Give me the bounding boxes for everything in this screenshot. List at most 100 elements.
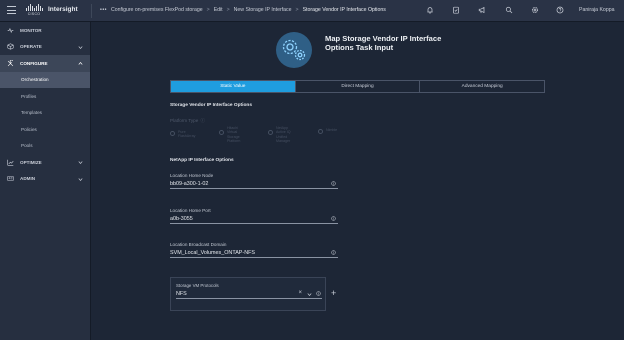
- sidebar-item-label: OPERATE: [20, 44, 42, 50]
- radio-label-line: Manager: [276, 139, 291, 144]
- radio-circle: [318, 128, 323, 134]
- cisco-logo: CISCO: [24, 4, 44, 18]
- sidebar-item-admin[interactable]: ADMIN: [0, 171, 90, 188]
- search-icon[interactable]: [505, 6, 513, 14]
- breadcrumb-separator: >: [295, 7, 299, 13]
- radio-label-line: Active IQ: [276, 130, 291, 135]
- radio-label-line: Nimble: [326, 128, 338, 132]
- configure-icon: [7, 59, 14, 66]
- tab-advanced-mapping[interactable]: Advanced Mapping: [420, 81, 544, 92]
- mapping-tabs: Static Value Direct Mapping Advanced Map…: [170, 80, 545, 93]
- admin-icon: [7, 176, 14, 182]
- radio-circle: [268, 130, 273, 135]
- home-port-label: Location Home Port: [170, 208, 211, 213]
- sidebar-item-label: CONFIGURE: [20, 60, 48, 66]
- tab-static-value[interactable]: Static Value: [171, 81, 296, 92]
- radio-label-line: Virtual: [227, 130, 238, 135]
- radio-label-line: FlashArray: [178, 134, 196, 139]
- info-icon: ⓘ: [200, 118, 205, 123]
- breadcrumb-separator: >: [226, 7, 230, 13]
- breadcrumb-item-current: Storage Vendor IP Interface Options: [302, 7, 386, 13]
- sidebar-item-optimize[interactable]: OPTIMIZE: [0, 154, 90, 171]
- platform-type-label: Platform Type ⓘ: [170, 118, 205, 124]
- sidebar: MONITOR OPERATE CONFIGURE Orchestration …: [0, 22, 91, 340]
- tab-direct-mapping[interactable]: Direct Mapping: [296, 81, 421, 92]
- sidebar-subitem-profiles[interactable]: Profiles: [0, 88, 90, 105]
- sidebar-item-label: OPTIMIZE: [20, 159, 42, 165]
- home-node-value: bb09-a300-1-02: [170, 181, 209, 187]
- radio-label-line: Hitachi: [227, 126, 238, 130]
- radio-label-line: Pure: [178, 130, 186, 134]
- radio-pure-flasharray[interactable]: Pure FlashArray: [170, 130, 195, 139]
- add-protocol-button[interactable]: +: [331, 288, 336, 298]
- breadcrumb-item-new-storage-ip[interactable]: New Storage IP Interface: [234, 7, 292, 13]
- section-title-vendor: Storage Vendor IP Interface Options: [170, 103, 253, 108]
- megaphone-icon[interactable]: [478, 6, 486, 14]
- storage-vm-protocols-value: NFS: [176, 291, 187, 297]
- clipboard-check-icon[interactable]: [452, 6, 460, 14]
- section-title-netapp: NetApp IP Interface Options: [170, 158, 234, 163]
- user-name[interactable]: Paniraja Koppa: [579, 7, 614, 13]
- radio-circle: [170, 130, 175, 136]
- sidebar-item-configure[interactable]: CONFIGURE: [0, 55, 90, 72]
- gears-task-icon: [276, 32, 312, 68]
- bell-icon[interactable]: [426, 6, 434, 14]
- radio-label: NetApp Active IQ Unified Manager: [276, 126, 291, 144]
- hamburger-menu-icon[interactable]: [7, 6, 16, 14]
- platform-type-label-text: Platform Type: [170, 118, 199, 123]
- chevron-down-icon[interactable]: [307, 292, 312, 297]
- info-icon: [316, 291, 321, 296]
- monitor-icon: [7, 27, 14, 33]
- radio-label-line: Storage: [227, 134, 240, 139]
- broadcast-domain-field[interactable]: SVM_Local_Volumes_ONTAP-NFS: [170, 249, 338, 258]
- broadcast-domain-label: Location Broadcast Domain: [170, 242, 227, 247]
- radio-label-line: Platform: [227, 139, 241, 144]
- storage-vm-protocols-box: Storage VM Protocols NFS ×: [170, 277, 326, 311]
- home-port-value: a0b-3055: [170, 216, 193, 222]
- storage-vm-protocols-select[interactable]: NFS ×: [176, 290, 322, 299]
- radio-netapp-aiqum[interactable]: NetApp Active IQ Unified Manager: [268, 126, 291, 144]
- breadcrumb-item-edit[interactable]: Edit: [214, 7, 223, 13]
- home-node-field[interactable]: bb09-a300-1-02: [170, 180, 338, 189]
- breadcrumb-item-flexpod[interactable]: Configure on-premises FlexPod storage: [111, 7, 203, 13]
- sidebar-subitem-templates[interactable]: Templates: [0, 105, 90, 122]
- page-title: Map Storage Vendor IP Interface Options …: [325, 34, 525, 52]
- home-port-field[interactable]: a0b-3055: [170, 215, 338, 224]
- radio-label: Pure FlashArray: [178, 130, 195, 139]
- sidebar-item-label: ADMIN: [20, 176, 36, 182]
- clear-icon[interactable]: ×: [298, 290, 302, 296]
- radio-circle: [219, 130, 224, 135]
- sidebar-item-operate[interactable]: OPERATE: [0, 39, 90, 56]
- radio-hitachi-vsp[interactable]: Hitachi Virtual Storage Platform: [219, 126, 240, 144]
- top-bar: CISCO Intersight ••• Configure on-premis…: [0, 0, 624, 22]
- page-title-line2: Options Task Input: [325, 43, 394, 53]
- chevron-down-icon: [78, 45, 83, 49]
- operate-icon: [7, 43, 14, 50]
- radio-label: Hitachi Virtual Storage Platform: [227, 126, 240, 144]
- gear-icon[interactable]: [531, 6, 539, 14]
- sidebar-subitem-policies[interactable]: Policies: [0, 121, 90, 138]
- chevron-down-icon: [78, 161, 83, 164]
- info-icon: [331, 250, 336, 255]
- main-content: Map Storage Vendor IP Interface Options …: [92, 22, 624, 340]
- sidebar-subitem-pools[interactable]: Pools: [0, 138, 90, 155]
- topbar-divider: [91, 4, 92, 18]
- radio-label-line: NetApp: [276, 126, 288, 130]
- breadcrumb-separator: >: [206, 7, 210, 13]
- radio-nimble[interactable]: Nimble: [318, 128, 337, 134]
- help-icon[interactable]: [556, 6, 564, 14]
- page-title-line1: Map Storage Vendor IP Interface: [325, 34, 442, 43]
- radio-label: Nimble: [326, 128, 337, 132]
- sidebar-subitem-orchestration[interactable]: Orchestration: [0, 71, 90, 88]
- breadcrumb-ellipsis[interactable]: •••: [100, 7, 107, 13]
- sidebar-item-label: MONITOR: [20, 27, 42, 33]
- broadcast-domain-value: SVM_Local_Volumes_ONTAP-NFS: [170, 250, 255, 256]
- home-node-label: Location Home Node: [170, 173, 214, 178]
- app-brand[interactable]: Intersight: [48, 6, 78, 13]
- info-icon: [331, 181, 336, 186]
- cisco-logo-text: CISCO: [27, 12, 41, 16]
- sidebar-item-monitor[interactable]: MONITOR: [0, 22, 90, 39]
- radio-label-line: Unified: [276, 134, 288, 139]
- chevron-down-icon: [78, 177, 83, 181]
- optimize-icon: [7, 159, 14, 166]
